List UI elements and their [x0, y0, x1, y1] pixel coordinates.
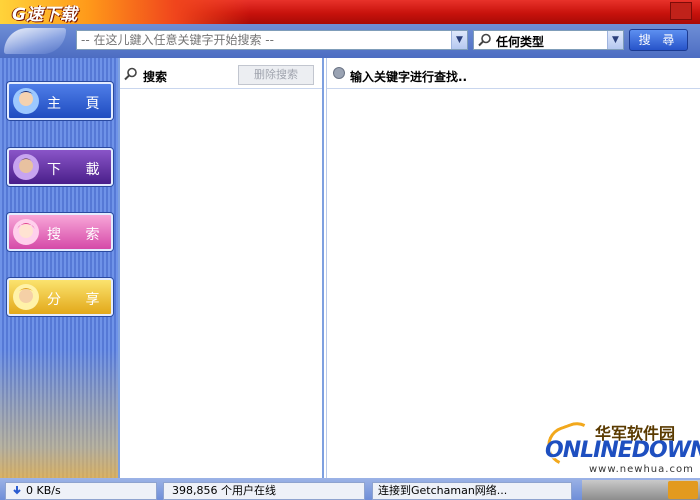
- status-settings-area[interactable]: [582, 480, 700, 500]
- user-avatar-icon: [11, 217, 41, 247]
- delete-search-button[interactable]: 删除搜索: [238, 65, 314, 85]
- panel-header: 搜索 删除搜索: [120, 60, 322, 89]
- search-icon: [478, 33, 492, 50]
- close-button[interactable]: [670, 2, 692, 20]
- search-list-panel: 搜索 删除搜索: [118, 58, 324, 478]
- search-icon: [124, 67, 138, 84]
- chevron-down-icon[interactable]: ▼: [607, 31, 623, 49]
- sidebar: 主 頁 下 載 搜 索 分 享: [0, 58, 118, 500]
- sidebar-item-search[interactable]: 搜 索: [7, 213, 113, 251]
- settings-icon[interactable]: [668, 481, 698, 499]
- sidebar-item-home[interactable]: 主 頁: [7, 82, 113, 120]
- sidebar-item-download[interactable]: 下 載: [7, 148, 113, 186]
- chevron-down-icon[interactable]: ▼: [451, 31, 467, 49]
- watermark-url: www.newhua.com: [589, 464, 694, 475]
- speed-value: 0 KB/s: [26, 484, 61, 497]
- results-header: 输入关键字进行查找..: [327, 60, 700, 89]
- wing-decoration: [4, 28, 66, 54]
- results-panel: 输入关键字进行查找..: [326, 58, 700, 478]
- type-selected-value: 任何类型: [496, 35, 545, 49]
- user-avatar-icon: [11, 282, 41, 312]
- sidebar-item-share[interactable]: 分 享: [7, 278, 113, 316]
- watermark-brand: ONLINEDOWN: [545, 438, 700, 463]
- keyword-combo[interactable]: ▼: [76, 30, 468, 50]
- type-select[interactable]: 任何类型 ▼: [473, 30, 624, 50]
- app-logo: G速下载: [10, 1, 77, 25]
- status-bar: 0 KB/s 398,856 个用户在线 连接到Getchaman网络...: [0, 478, 700, 500]
- user-avatar-icon: [11, 152, 41, 182]
- results-title: 输入关键字进行查找..: [350, 70, 468, 84]
- download-arrow-icon: [13, 486, 21, 495]
- sidebar-item-label: 下 載: [47, 162, 110, 178]
- status-speed: 0 KB/s: [5, 482, 157, 500]
- title-bar: G速下载: [0, 0, 700, 25]
- status-connection: 连接到Getchaman网络...: [372, 482, 572, 500]
- search-bar: ▼ 任何类型 ▼ 搜 尋: [0, 24, 700, 58]
- watermark-logo: 华军软件园 ONLINEDOWN www.newhua.com: [541, 416, 700, 482]
- search-input[interactable]: [77, 31, 447, 49]
- sidebar-item-label: 搜 索: [47, 227, 110, 243]
- info-icon: [333, 67, 345, 79]
- app-title: G速下载: [12, 4, 77, 25]
- sidebar-item-label: 分 享: [47, 292, 110, 308]
- user-avatar-icon: [11, 86, 41, 116]
- sidebar-item-label: 主 頁: [47, 96, 110, 112]
- search-button[interactable]: 搜 尋: [629, 29, 688, 51]
- status-users: 398,856 个用户在线: [163, 482, 365, 500]
- panel-title: 搜索: [143, 70, 168, 84]
